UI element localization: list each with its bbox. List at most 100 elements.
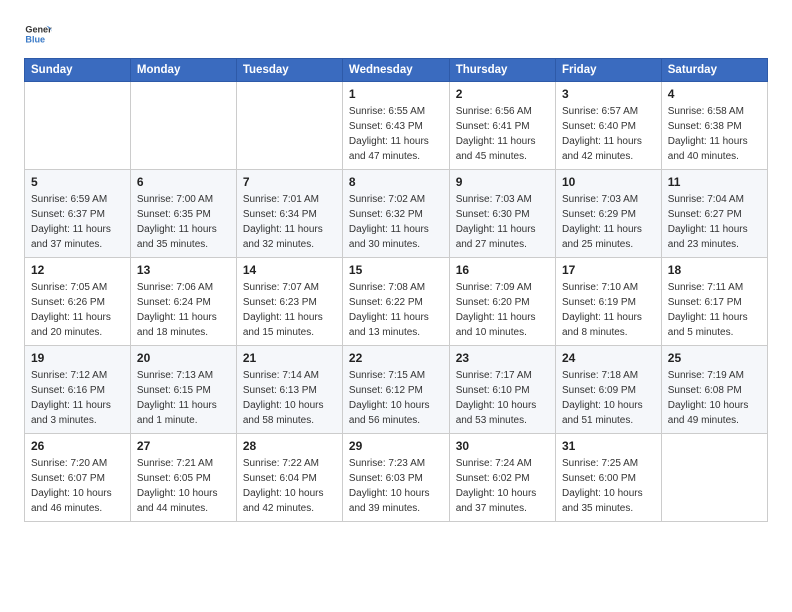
calendar-cell: 3 Sunrise: 6:57 AM Sunset: 6:40 PM Daylig…	[555, 82, 661, 170]
logo: General Blue	[24, 20, 56, 48]
page-header: General Blue	[24, 20, 768, 48]
day-info: Sunrise: 6:59 AM Sunset: 6:37 PM Dayligh…	[31, 192, 124, 252]
day-number: 19	[31, 351, 124, 365]
svg-text:General: General	[25, 25, 52, 35]
day-info: Sunrise: 7:01 AM Sunset: 6:34 PM Dayligh…	[243, 192, 336, 252]
day-number: 9	[456, 175, 549, 189]
day-info: Sunrise: 7:14 AM Sunset: 6:13 PM Dayligh…	[243, 368, 336, 428]
calendar-cell: 30 Sunrise: 7:24 AM Sunset: 6:02 PM Dayli…	[449, 434, 555, 522]
day-number: 22	[349, 351, 443, 365]
day-number: 29	[349, 439, 443, 453]
calendar-cell: 5Sunrise: 6:59 AM Sunset: 6:37 PM Daylig…	[25, 170, 131, 258]
day-info: Sunrise: 6:58 AM Sunset: 6:38 PM Dayligh…	[668, 104, 761, 164]
day-info: Sunrise: 6:57 AM Sunset: 6:40 PM Dayligh…	[562, 104, 655, 164]
day-info: Sunrise: 7:24 AM Sunset: 6:02 PM Dayligh…	[456, 456, 549, 516]
calendar-cell: 28 Sunrise: 7:22 AM Sunset: 6:04 PM Dayli…	[236, 434, 342, 522]
day-info: Sunrise: 7:12 AM Sunset: 6:16 PM Dayligh…	[31, 368, 124, 428]
calendar-cell: 25 Sunrise: 7:19 AM Sunset: 6:08 PM Dayli…	[661, 346, 767, 434]
day-info: Sunrise: 7:02 AM Sunset: 6:32 PM Dayligh…	[349, 192, 443, 252]
calendar-cell: 18 Sunrise: 7:11 AM Sunset: 6:17 PM Dayli…	[661, 258, 767, 346]
calendar-cell: 12 Sunrise: 7:05 AM Sunset: 6:26 PM Dayli…	[25, 258, 131, 346]
day-number: 31	[562, 439, 655, 453]
column-header-monday: Monday	[130, 59, 236, 82]
day-number: 15	[349, 263, 443, 277]
calendar-cell: 15 Sunrise: 7:08 AM Sunset: 6:22 PM Dayli…	[342, 258, 449, 346]
calendar-cell: 10 Sunrise: 7:03 AM Sunset: 6:29 PM Dayli…	[555, 170, 661, 258]
day-info: Sunrise: 7:23 AM Sunset: 6:03 PM Dayligh…	[349, 456, 443, 516]
day-number: 30	[456, 439, 549, 453]
day-info: Sunrise: 7:05 AM Sunset: 6:26 PM Dayligh…	[31, 280, 124, 340]
calendar-cell: 20 Sunrise: 7:13 AM Sunset: 6:15 PM Dayli…	[130, 346, 236, 434]
calendar-week-row: 5Sunrise: 6:59 AM Sunset: 6:37 PM Daylig…	[25, 170, 768, 258]
day-number: 12	[31, 263, 124, 277]
calendar-cell: 9 Sunrise: 7:03 AM Sunset: 6:30 PM Daylig…	[449, 170, 555, 258]
calendar-cell: 21 Sunrise: 7:14 AM Sunset: 6:13 PM Dayli…	[236, 346, 342, 434]
day-number: 6	[137, 175, 230, 189]
day-number: 24	[562, 351, 655, 365]
calendar-cell: 26Sunrise: 7:20 AM Sunset: 6:07 PM Dayli…	[25, 434, 131, 522]
calendar-week-row: 19 Sunrise: 7:12 AM Sunset: 6:16 PM Dayli…	[25, 346, 768, 434]
calendar-cell: 24Sunrise: 7:18 AM Sunset: 6:09 PM Dayli…	[555, 346, 661, 434]
day-info: Sunrise: 6:56 AM Sunset: 6:41 PM Dayligh…	[456, 104, 549, 164]
day-info: Sunrise: 7:00 AM Sunset: 6:35 PM Dayligh…	[137, 192, 230, 252]
calendar-cell	[25, 82, 131, 170]
calendar-cell	[130, 82, 236, 170]
day-number: 17	[562, 263, 655, 277]
day-info: Sunrise: 7:09 AM Sunset: 6:20 PM Dayligh…	[456, 280, 549, 340]
calendar-cell: 29 Sunrise: 7:23 AM Sunset: 6:03 PM Dayli…	[342, 434, 449, 522]
day-info: Sunrise: 7:21 AM Sunset: 6:05 PM Dayligh…	[137, 456, 230, 516]
day-info: Sunrise: 6:55 AM Sunset: 6:43 PM Dayligh…	[349, 104, 443, 164]
day-number: 18	[668, 263, 761, 277]
calendar-cell: 22 Sunrise: 7:15 AM Sunset: 6:12 PM Dayli…	[342, 346, 449, 434]
day-info: Sunrise: 7:11 AM Sunset: 6:17 PM Dayligh…	[668, 280, 761, 340]
calendar-cell: 31 Sunrise: 7:25 AM Sunset: 6:00 PM Dayli…	[555, 434, 661, 522]
calendar-week-row: 26Sunrise: 7:20 AM Sunset: 6:07 PM Dayli…	[25, 434, 768, 522]
day-number: 25	[668, 351, 761, 365]
day-number: 23	[456, 351, 549, 365]
calendar-header-row: SundayMondayTuesdayWednesdayThursdayFrid…	[25, 59, 768, 82]
svg-text:Blue: Blue	[25, 34, 45, 44]
day-number: 2	[456, 87, 549, 101]
day-info: Sunrise: 7:08 AM Sunset: 6:22 PM Dayligh…	[349, 280, 443, 340]
day-number: 4	[668, 87, 761, 101]
column-header-tuesday: Tuesday	[236, 59, 342, 82]
day-number: 11	[668, 175, 761, 189]
day-info: Sunrise: 7:22 AM Sunset: 6:04 PM Dayligh…	[243, 456, 336, 516]
calendar-cell: 16Sunrise: 7:09 AM Sunset: 6:20 PM Dayli…	[449, 258, 555, 346]
day-number: 27	[137, 439, 230, 453]
column-header-thursday: Thursday	[449, 59, 555, 82]
day-info: Sunrise: 7:10 AM Sunset: 6:19 PM Dayligh…	[562, 280, 655, 340]
calendar-cell: 13Sunrise: 7:06 AM Sunset: 6:24 PM Dayli…	[130, 258, 236, 346]
column-header-saturday: Saturday	[661, 59, 767, 82]
calendar-cell: 14Sunrise: 7:07 AM Sunset: 6:23 PM Dayli…	[236, 258, 342, 346]
column-header-friday: Friday	[555, 59, 661, 82]
day-number: 21	[243, 351, 336, 365]
calendar-cell: 4 Sunrise: 6:58 AM Sunset: 6:38 PM Daylig…	[661, 82, 767, 170]
day-info: Sunrise: 7:06 AM Sunset: 6:24 PM Dayligh…	[137, 280, 230, 340]
day-number: 20	[137, 351, 230, 365]
calendar-cell	[661, 434, 767, 522]
day-info: Sunrise: 7:20 AM Sunset: 6:07 PM Dayligh…	[31, 456, 124, 516]
day-number: 28	[243, 439, 336, 453]
day-number: 3	[562, 87, 655, 101]
day-info: Sunrise: 7:04 AM Sunset: 6:27 PM Dayligh…	[668, 192, 761, 252]
calendar-cell: 27 Sunrise: 7:21 AM Sunset: 6:05 PM Dayli…	[130, 434, 236, 522]
calendar-week-row: 12 Sunrise: 7:05 AM Sunset: 6:26 PM Dayli…	[25, 258, 768, 346]
column-header-wednesday: Wednesday	[342, 59, 449, 82]
day-number: 7	[243, 175, 336, 189]
calendar-cell: 6 Sunrise: 7:00 AM Sunset: 6:35 PM Daylig…	[130, 170, 236, 258]
day-info: Sunrise: 7:25 AM Sunset: 6:00 PM Dayligh…	[562, 456, 655, 516]
calendar-cell	[236, 82, 342, 170]
calendar-cell: 2 Sunrise: 6:56 AM Sunset: 6:41 PM Daylig…	[449, 82, 555, 170]
day-info: Sunrise: 7:03 AM Sunset: 6:30 PM Dayligh…	[456, 192, 549, 252]
day-info: Sunrise: 7:19 AM Sunset: 6:08 PM Dayligh…	[668, 368, 761, 428]
day-info: Sunrise: 7:03 AM Sunset: 6:29 PM Dayligh…	[562, 192, 655, 252]
day-number: 10	[562, 175, 655, 189]
day-info: Sunrise: 7:13 AM Sunset: 6:15 PM Dayligh…	[137, 368, 230, 428]
day-info: Sunrise: 7:15 AM Sunset: 6:12 PM Dayligh…	[349, 368, 443, 428]
logo-icon: General Blue	[24, 20, 52, 48]
calendar-table: SundayMondayTuesdayWednesdayThursdayFrid…	[24, 58, 768, 522]
calendar-cell: 11 Sunrise: 7:04 AM Sunset: 6:27 PM Dayli…	[661, 170, 767, 258]
calendar-week-row: 1Sunrise: 6:55 AM Sunset: 6:43 PM Daylig…	[25, 82, 768, 170]
day-info: Sunrise: 7:17 AM Sunset: 6:10 PM Dayligh…	[456, 368, 549, 428]
